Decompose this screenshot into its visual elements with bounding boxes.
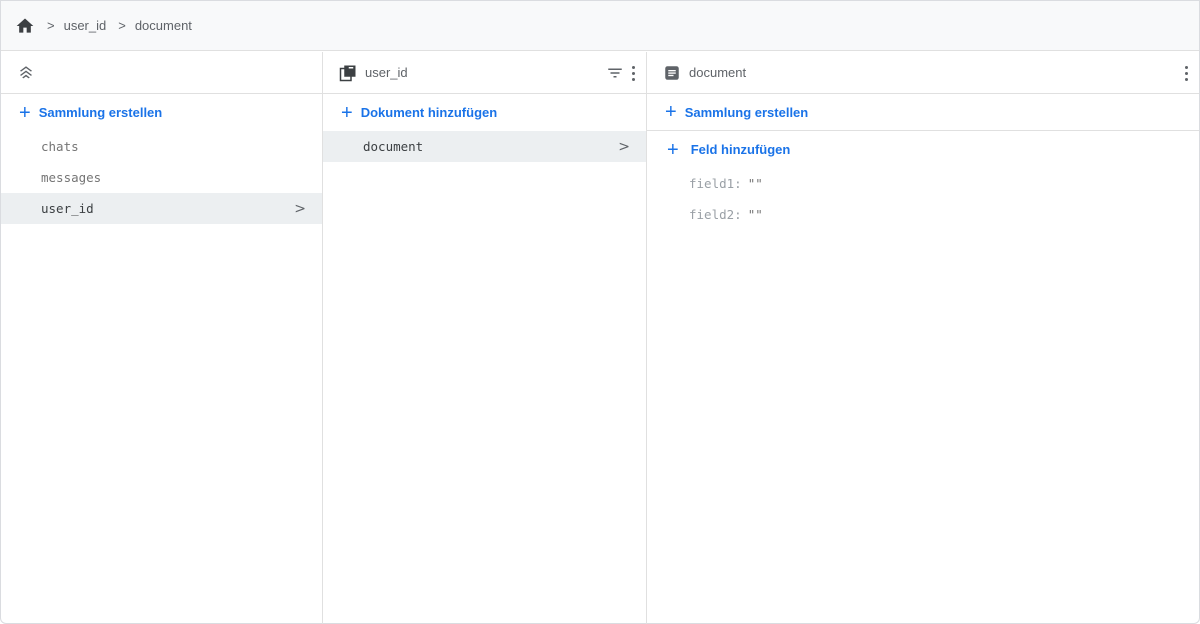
breadcrumb-item-document[interactable]: document — [135, 18, 192, 33]
add-document-label: Dokument hinzufügen — [360, 105, 498, 120]
field-row[interactable]: field2: "" — [647, 199, 1199, 230]
add-field-button[interactable]: + Feld hinzufügen — [647, 131, 1199, 168]
root-collections-panel: + Sammlung erstellen chats messages user… — [1, 52, 323, 624]
document-item-document[interactable]: document > — [323, 131, 646, 162]
plus-icon: + — [341, 101, 353, 124]
collection-item-chats[interactable]: chats — [1, 131, 322, 162]
document-panel: document + Sammlung erstellen + Feld hin… — [647, 52, 1199, 624]
plus-icon: + — [665, 101, 677, 123]
root-panel-header — [1, 52, 322, 94]
chevron-right-icon: > — [618, 138, 630, 155]
create-collection-label: Sammlung erstellen — [38, 105, 163, 120]
collection-name: chats — [41, 139, 79, 154]
create-subcollection-button[interactable]: + Sammlung erstellen — [647, 94, 1199, 131]
firestore-data-viewer: > user_id > document + Sammlung erstelle… — [0, 0, 1200, 624]
document-header-actions — [1183, 52, 1188, 94]
document-icon — [663, 64, 681, 82]
add-document-button[interactable]: + Dokument hinzufügen — [323, 94, 646, 131]
collection-item-user-id[interactable]: user_id > — [1, 193, 322, 224]
chevron-right-icon: > — [294, 200, 306, 217]
breadcrumb-item-user-id[interactable]: user_id — [64, 18, 107, 33]
collection-title: user_id — [365, 65, 408, 80]
create-subcollection-label: Sammlung erstellen — [684, 104, 809, 120]
collection-panel: user_id + Dokument hinzufügen document > — [323, 52, 647, 624]
more-vert-icon[interactable] — [1183, 65, 1188, 81]
add-field-label: Feld hinzufügen — [690, 142, 791, 157]
filter-icon[interactable] — [606, 64, 624, 82]
chevron-right-icon: > — [118, 18, 126, 33]
field-value: "" — [747, 176, 763, 191]
field-value: "" — [747, 207, 763, 222]
collection-name: messages — [41, 170, 102, 185]
more-vert-icon[interactable] — [630, 65, 635, 81]
plus-icon: + — [667, 138, 679, 161]
create-collection-button[interactable]: + Sammlung erstellen — [1, 94, 322, 131]
collection-name: user_id — [41, 201, 94, 216]
document-panel-header: document — [647, 52, 1199, 94]
home-icon[interactable] — [15, 16, 35, 36]
field-key: field1: — [689, 176, 742, 191]
firestore-stack-icon — [17, 64, 35, 82]
collection-panel-header: user_id — [323, 52, 646, 94]
collection-icon — [339, 64, 357, 82]
document-title: document — [689, 65, 747, 80]
collection-item-messages[interactable]: messages — [1, 162, 322, 193]
collection-header-actions — [606, 52, 635, 94]
field-row[interactable]: field1: "" — [647, 168, 1199, 199]
field-key: field2: — [689, 207, 742, 222]
plus-icon: + — [19, 101, 31, 124]
document-name: document — [363, 139, 424, 154]
chevron-right-icon: > — [47, 18, 55, 33]
breadcrumb: > user_id > document — [1, 1, 1199, 51]
